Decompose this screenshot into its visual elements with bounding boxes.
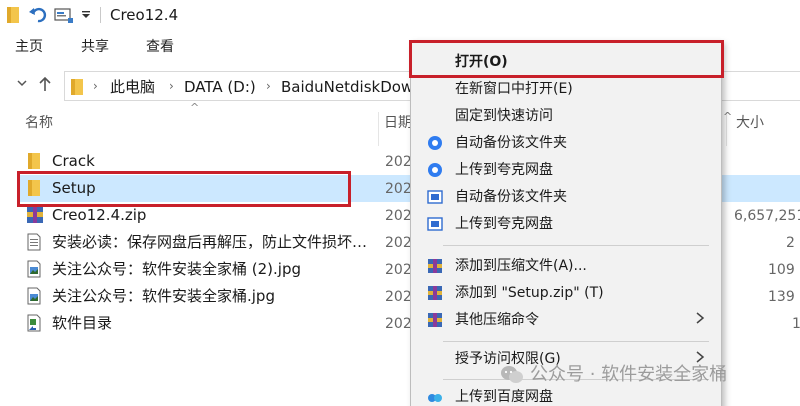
upload-window-icon	[427, 216, 443, 232]
folder-icon	[70, 78, 84, 100]
menu-item-pin-quick-access[interactable]: 固定到快速访问	[411, 103, 723, 130]
winrar-icon	[427, 285, 443, 301]
zip-archive-icon	[26, 206, 44, 224]
baidu-netdisk-icon	[427, 389, 443, 405]
file-date: 202	[385, 262, 412, 278]
backup-window-icon	[427, 189, 443, 205]
breadcrumb-baidunetdisk[interactable]: BaiduNetdiskDow	[281, 77, 413, 97]
file-size: 109	[768, 262, 795, 278]
menu-item-upload-quark-2[interactable]: 上传到夸克网盘	[411, 211, 723, 238]
menu-separator	[443, 245, 709, 246]
properties-icon[interactable]	[54, 5, 74, 25]
title-divider	[100, 7, 101, 23]
undo-icon[interactable]	[28, 5, 48, 25]
file-name: 软件目录	[52, 314, 113, 332]
window-title: Creo12.4	[110, 6, 179, 24]
setup-highlight-box	[17, 171, 351, 207]
file-size: 1	[792, 316, 800, 332]
menu-item-auto-backup-2[interactable]: 自动备份该文件夹	[411, 184, 723, 211]
menu-item-label: 固定到快速访问	[455, 108, 553, 124]
sort-ascending-caret-icon: ^	[190, 101, 200, 114]
customize-toolbar-chevron-icon[interactable]	[80, 5, 92, 25]
title-bar: Creo12.4	[0, 0, 800, 30]
breadcrumb-data-drive[interactable]: DATA (D:)	[184, 77, 256, 97]
file-name: Crack	[52, 152, 95, 170]
tab-home[interactable]: 主页	[15, 38, 43, 56]
menu-item-label: 在新窗口中打开(E)	[455, 81, 573, 97]
file-date: 202	[385, 208, 412, 224]
recent-locations-chevron-icon[interactable]	[16, 76, 28, 94]
file-name: 安装必读：保存网盘后再解压，防止文件损坏…	[52, 233, 368, 251]
file-date: 202	[385, 235, 412, 251]
menu-item-label: 添加到压缩文件(A)...	[455, 258, 587, 274]
menu-item-label: 上传到夸克网盘	[455, 162, 553, 178]
folder-icon	[26, 152, 44, 170]
menu-item-quark-auto-backup[interactable]: 自动备份该文件夹	[411, 130, 723, 157]
image-file-icon	[26, 287, 44, 305]
file-size: 139	[768, 289, 795, 305]
menu-item-label: 其他压缩命令	[455, 312, 539, 328]
menu-item-add-to-archive[interactable]: 添加到压缩文件(A)...	[411, 253, 723, 280]
file-size: 2	[786, 235, 795, 251]
quark-backup-icon	[427, 135, 443, 151]
file-date: 202	[385, 181, 412, 197]
file-name: Creo12.4.zip	[52, 206, 147, 224]
menu-item-label: 上传到夸克网盘	[455, 216, 553, 232]
menu-item-open-new-window[interactable]: 在新窗口中打开(E)	[411, 76, 723, 103]
menu-item-other-compress[interactable]: 其他压缩命令	[411, 307, 723, 334]
file-name: 关注公众号：软件安装全家桶.jpg	[52, 287, 275, 305]
file-name: 关注公众号：软件安装全家桶 (2).jpg	[52, 260, 301, 278]
winrar-icon	[427, 258, 443, 274]
menu-item-label: 添加到 "Setup.zip" (T)	[455, 285, 604, 301]
file-date: 202	[385, 289, 412, 305]
up-arrow-icon[interactable]	[38, 76, 52, 97]
breadcrumb-chevron-icon: ›	[169, 79, 174, 93]
menu-separator	[443, 341, 709, 342]
quark-upload-icon	[427, 162, 443, 178]
menu-item-upload-quark[interactable]: 上传到夸克网盘	[411, 157, 723, 184]
image-file-icon	[26, 260, 44, 278]
shortcut-icon	[26, 314, 44, 332]
column-divider	[378, 112, 379, 146]
breadcrumb-chevron-icon: ›	[93, 79, 98, 93]
tab-share[interactable]: 共享	[81, 38, 109, 56]
menu-item-label: 自动备份该文件夹	[455, 135, 567, 151]
open-highlight-box	[409, 40, 724, 78]
column-header-size[interactable]: 大小	[736, 112, 764, 138]
tab-view[interactable]: 查看	[146, 38, 174, 56]
column-header-date[interactable]: 日期	[384, 112, 412, 138]
menu-item-label: 自动备份该文件夹	[455, 189, 567, 205]
text-document-icon	[26, 233, 44, 251]
file-size: 6,657,251	[734, 208, 800, 224]
file-date: 202	[385, 154, 412, 170]
context-menu: 打开(O) 在新窗口中打开(E) 固定到快速访问 自动备份该文件夹 上传到夸克网…	[410, 40, 722, 406]
scroll-up-caret-icon[interactable]: ^	[723, 110, 732, 123]
watermark-text: 公众号 · 软件安装全家桶	[530, 364, 728, 385]
folder-icon	[6, 5, 20, 25]
submenu-chevron-icon	[695, 311, 705, 329]
menu-item-label: 上传到百度网盘	[455, 389, 553, 405]
wechat-logo-icon	[500, 364, 524, 386]
breadcrumb-this-pc[interactable]: 此电脑	[110, 77, 155, 97]
winrar-icon	[427, 312, 443, 328]
breadcrumb-chevron-icon: ›	[266, 79, 271, 93]
menu-item-add-to-setup-zip[interactable]: 添加到 "Setup.zip" (T)	[411, 280, 723, 307]
column-header-name[interactable]: 名称	[25, 112, 53, 138]
file-date: 202	[385, 316, 412, 332]
